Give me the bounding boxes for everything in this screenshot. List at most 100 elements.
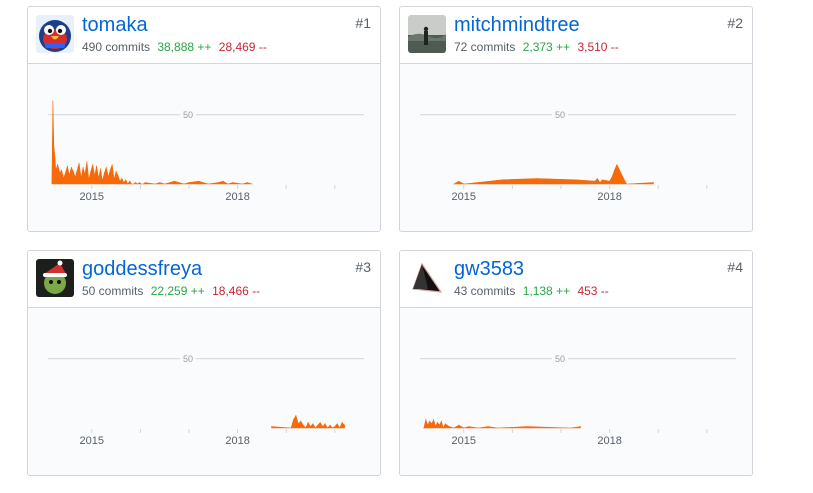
data-point: [142, 183, 144, 185]
santa-hat-avatar-icon[interactable]: [36, 259, 74, 297]
data-point: [63, 178, 64, 179]
rank-label: #3: [355, 259, 371, 275]
data-point: [54, 155, 56, 157]
data-point: [317, 424, 319, 426]
data-point: [69, 175, 70, 177]
rank-label: #4: [727, 259, 743, 275]
data-point: [164, 183, 166, 185]
card-header: gw3583 43 commits 1,138 ++ 453 -- #4: [400, 251, 752, 308]
data-point: [487, 426, 489, 427]
commit-activity-chart: 50 2015 2018: [400, 308, 752, 475]
data-point: [437, 422, 438, 423]
data-point: [125, 179, 127, 181]
data-point: [140, 183, 142, 185]
data-point: [188, 182, 190, 183]
data-point: [526, 426, 528, 427]
data-point: [307, 422, 309, 423]
data-point: [580, 426, 581, 427]
chart-svg: 50 2015 2018: [48, 352, 364, 447]
deletions-count: 3,510 --: [577, 40, 619, 54]
data-point: [334, 426, 336, 427]
data-point: [115, 171, 117, 172]
parrot-avatar-icon[interactable]: [36, 15, 74, 53]
data-point: [183, 183, 185, 185]
data-point: [94, 175, 96, 177]
data-point: [67, 165, 68, 167]
commit-area-series: [423, 418, 581, 429]
card-header: tomaka 490 commits 38,888 ++ 28,469 -- #…: [28, 7, 380, 64]
data-point: [427, 424, 429, 426]
data-point: [339, 427, 341, 429]
data-point: [82, 167, 84, 168]
data-point: [90, 171, 92, 172]
data-point: [322, 426, 324, 427]
data-point: [271, 426, 272, 427]
x-tick-label: 2018: [225, 435, 249, 447]
triangle-avatar-icon[interactable]: [408, 259, 446, 297]
data-point: [336, 423, 338, 425]
data-point: [341, 422, 343, 423]
data-point: [137, 183, 138, 185]
gridline-label: 50: [183, 354, 193, 364]
contribution-stats: 490 commits 38,888 ++ 28,469 --: [82, 39, 267, 55]
santa-hat-avatar-icon: [36, 259, 74, 297]
commit-count: 50 commits: [82, 284, 144, 298]
data-point: [290, 427, 292, 429]
contribution-stats: 43 commits 1,138 ++ 453 --: [454, 283, 609, 299]
data-point: [344, 424, 345, 426]
data-point: [98, 178, 99, 179]
data-point: [332, 427, 333, 429]
data-point: [208, 183, 209, 185]
deletions-count: 18,466 --: [212, 284, 261, 298]
username-link[interactable]: goddessfreya: [82, 257, 202, 281]
x-tick-label: 2015: [452, 435, 476, 447]
data-point: [329, 424, 331, 426]
data-point: [100, 168, 101, 170]
data-point: [123, 182, 125, 183]
card-header: goddessfreya 50 commits 22,259 ++ 18,466…: [28, 251, 380, 308]
data-point: [61, 169, 62, 171]
data-point: [127, 183, 129, 185]
data-point: [74, 176, 76, 178]
data-point: [154, 183, 156, 185]
data-point: [453, 427, 455, 429]
username-link[interactable]: mitchmindtree: [454, 13, 580, 37]
data-point: [626, 183, 627, 185]
data-point: [57, 164, 59, 165]
data-point: [102, 180, 103, 182]
data-point: [502, 179, 503, 181]
x-tick-label: 2015: [80, 435, 104, 447]
data-point: [312, 423, 314, 425]
data-point: [327, 427, 328, 429]
contributor-card: goddessfreya 50 commits 22,259 ++ 18,466…: [27, 250, 381, 476]
data-point: [601, 179, 603, 181]
data-point: [70, 167, 72, 168]
data-point: [227, 183, 229, 185]
data-point: [616, 164, 618, 165]
data-point: [88, 179, 90, 181]
x-tick-label: 2018: [597, 191, 621, 203]
data-point: [458, 424, 460, 426]
data-point: [570, 427, 572, 429]
gridline-label: 50: [555, 354, 565, 364]
data-point: [117, 175, 119, 177]
data-point: [86, 161, 88, 163]
data-point: [468, 426, 469, 427]
username-link[interactable]: gw3583: [454, 257, 524, 281]
data-point: [111, 164, 113, 165]
landscape-photo-avatar-icon: [408, 15, 446, 53]
data-point: [315, 427, 316, 429]
additions-count: 1,138 ++: [522, 284, 571, 298]
username-link[interactable]: tomaka: [82, 13, 148, 37]
commit-count: 72 commits: [454, 40, 516, 54]
additions-count: 22,259 ++: [150, 284, 205, 298]
data-point: [653, 182, 654, 183]
data-point: [92, 164, 94, 165]
landscape-photo-avatar-icon[interactable]: [408, 15, 446, 53]
chart-svg: 50 2015 2018: [420, 108, 736, 203]
data-point: [55, 169, 57, 171]
data-point: [105, 167, 107, 168]
data-point: [597, 178, 598, 179]
contributor-card: gw3583 43 commits 1,138 ++ 453 -- #4 50 2…: [399, 250, 753, 476]
data-point: [129, 180, 131, 182]
